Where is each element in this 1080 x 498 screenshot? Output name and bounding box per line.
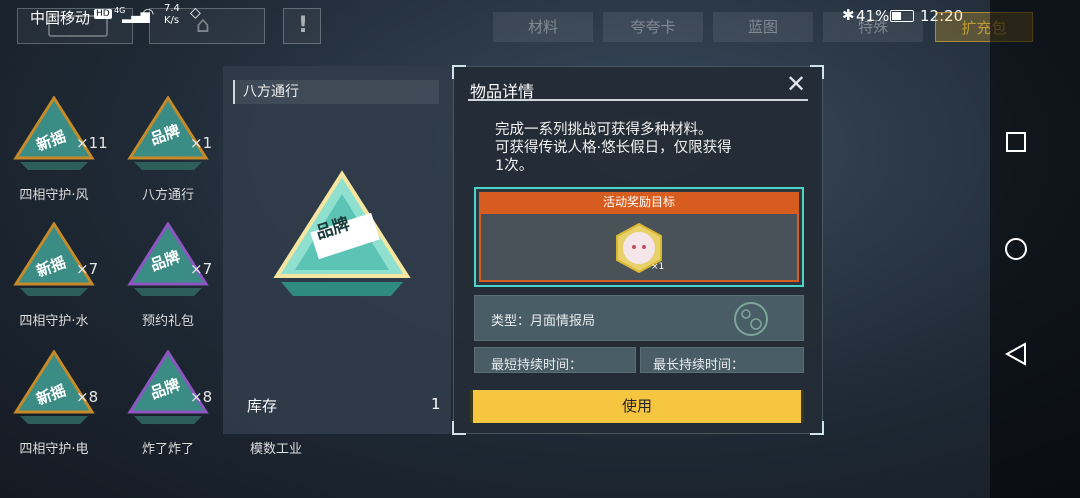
inventory-item[interactable]: 品牌 ×1 八方通行 [120, 96, 226, 206]
description-line: 可获得传说人格·悠长假日，仅限获得 [495, 140, 732, 156]
reward-count: ×1 [651, 262, 665, 272]
inventory-item[interactable]: 新摇 ×11 四相守护·风 [6, 96, 112, 206]
type-text: 类型：月面情报局 [491, 314, 596, 329]
frame-corner [810, 65, 824, 79]
inventory-item[interactable]: 新摇 ×7 四相守护·水 [6, 222, 112, 332]
dialog-title: 物品详情 [470, 82, 535, 101]
home-icon: ⌂ [196, 13, 210, 38]
item-count: ×8 [190, 388, 213, 406]
reward-header: 活动奖励目标 [479, 192, 799, 212]
frame-corner [810, 421, 824, 435]
category-label: 模数工业 [250, 442, 303, 457]
item-preview-title: 八方通行 [233, 80, 439, 104]
frame-corner [452, 421, 466, 435]
item-count: ×8 [76, 388, 99, 406]
inventory-item[interactable]: 品牌 ×7 预约礼包 [120, 222, 226, 332]
notice-button[interactable]: ! [283, 8, 321, 44]
item-label: 炸了炸了 [141, 442, 194, 457]
dialog-header: 物品详情 [468, 75, 808, 101]
reward-body: ×1 [479, 212, 799, 282]
inventory-item[interactable]: 品牌 ×8 炸了炸了 [120, 350, 226, 460]
moon-emblem-icon [734, 302, 768, 336]
reward-box: 活动奖励目标 ×1 [474, 187, 804, 287]
back-icon [48, 15, 108, 37]
exclamation-icon: ! [298, 13, 309, 38]
item-label: 四相守护·水 [19, 314, 89, 329]
item-label: 四相守护·电 [19, 442, 89, 457]
item-preview-panel: 八方通行 品牌 库存 1 [223, 66, 451, 434]
system-nav-bar [990, 0, 1080, 498]
min-duration-box: 最短持续时间： [474, 347, 636, 373]
item-count: ×1 [190, 134, 213, 152]
max-duration-box: 最长持续时间： [640, 347, 804, 373]
item-count: ×7 [76, 260, 99, 278]
back-triangle-icon[interactable] [1005, 342, 1027, 366]
type-box: 类型：月面情报局 [474, 295, 804, 341]
use-button[interactable]: 使用 [470, 390, 804, 423]
recent-apps-icon[interactable] [1006, 132, 1026, 152]
item-count: ×11 [76, 134, 108, 152]
description-line: 完成一系列挑战可获得多种材料。 [495, 122, 713, 138]
back-button[interactable] [17, 8, 133, 44]
item-label: 八方通行 [141, 188, 194, 203]
max-duration-label: 最长持续时间： [653, 358, 745, 373]
tab-blueprint[interactable]: 蓝图 [713, 12, 813, 42]
frame-corner [452, 65, 466, 79]
item-label: 预约礼包 [141, 314, 194, 329]
tab-materials[interactable]: 材料 [493, 12, 593, 42]
close-icon[interactable]: ✕ [786, 71, 806, 97]
item-description: 完成一系列挑战可获得多种材料。 可获得传说人格·悠长假日，仅限获得 1次。 [495, 121, 785, 175]
tab-praise-card[interactable]: 夸夸卡 [603, 12, 703, 42]
stock-label: 库存 [247, 397, 278, 415]
tab-special[interactable]: 特殊 [823, 12, 923, 42]
item-label: 四相守护·风 [19, 188, 89, 203]
description-line: 1次。 [495, 158, 534, 174]
home-button[interactable]: ⌂ [149, 8, 265, 44]
item-count: ×7 [190, 260, 213, 278]
inventory-item[interactable]: 新摇 ×8 四相守护·电 [6, 350, 112, 460]
item-detail-dialog: 物品详情 ✕ 完成一系列挑战可获得多种材料。 可获得传说人格·悠长假日，仅限获得… [452, 65, 824, 435]
min-duration-label: 最短持续时间： [491, 358, 583, 373]
stock-value: 1 [431, 395, 441, 413]
home-circle-icon[interactable] [1005, 238, 1027, 260]
